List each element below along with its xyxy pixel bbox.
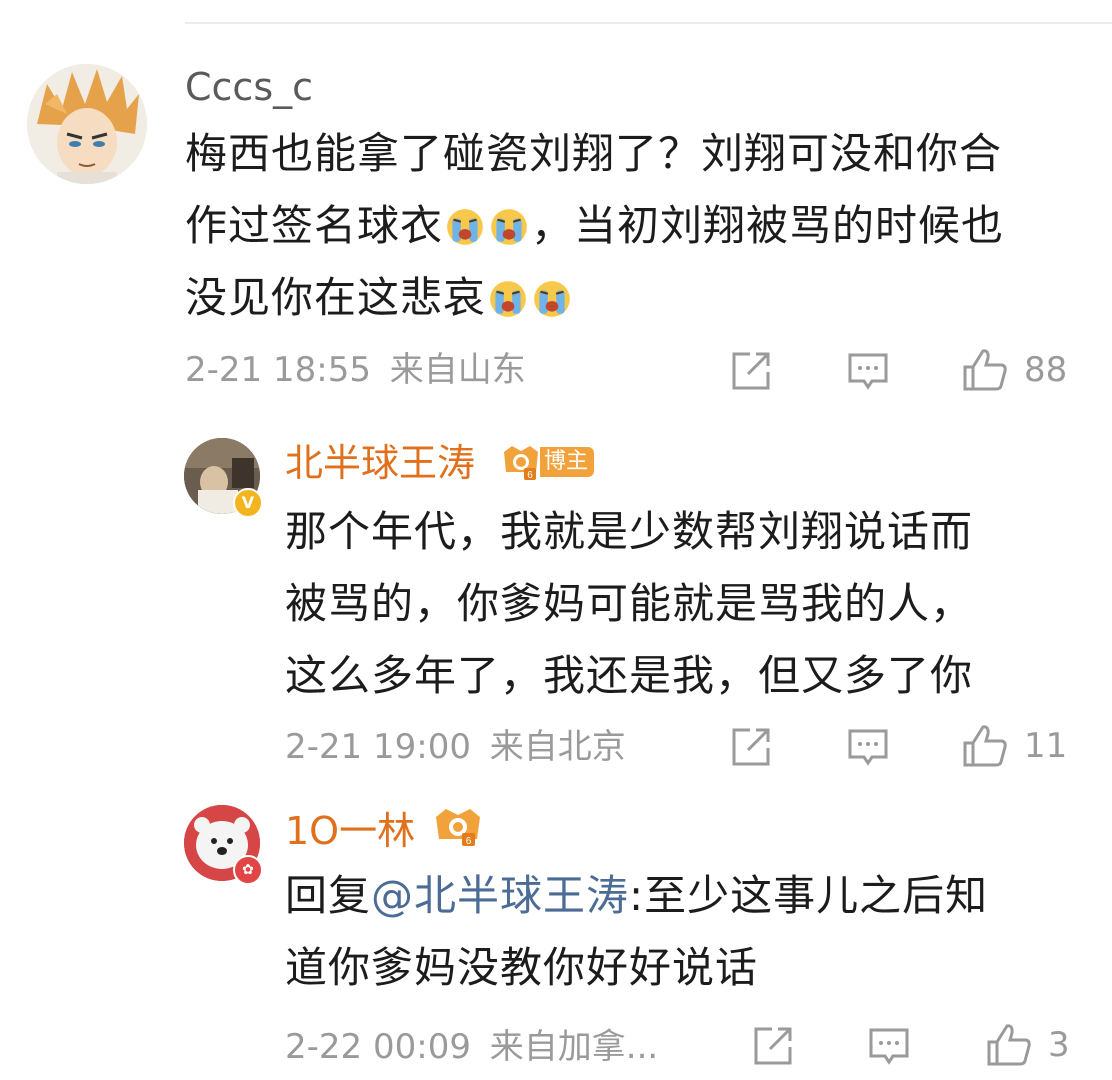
timestamp: 2-21 18:55 (185, 350, 371, 390)
like-button[interactable]: 11 (960, 721, 1067, 771)
top-divider (185, 22, 1112, 24)
svg-text:6: 6 (527, 470, 533, 481)
share-icon (754, 1027, 792, 1065)
content-line-1: 梅西也能拿了碰瓷刘翔了？刘翔可没和你合 (185, 129, 1003, 178)
like-count: 88 (1024, 350, 1068, 390)
share-button[interactable] (728, 724, 774, 770)
comment-icon (869, 1028, 909, 1065)
comment-text: 梅西也能拿了碰瓷刘翔了？刘翔可没和你合 作过签名球衣 ，当初刘翔被骂的时候也 没见… (185, 118, 1085, 334)
like-count: 3 (1048, 1025, 1070, 1065)
share-button[interactable] (728, 348, 774, 394)
content-line-2: 道你爹妈没教你好好说话 (285, 943, 759, 992)
goku-avatar-icon (27, 64, 147, 184)
share-button[interactable] (750, 1023, 796, 1069)
comment-meta: 2-21 19:00 来自北京 (285, 730, 626, 764)
comment-text: 那个年代，我就是少数帮刘翔说话而 被骂的，你爹妈可能就是骂我的人， 这么多年了，… (285, 496, 1085, 712)
comment-button[interactable] (866, 1023, 912, 1069)
location: 来自山东 (389, 350, 526, 390)
comment-meta: 2-22 00:09 来自加拿... (285, 1030, 658, 1064)
blogger-badge: 博主 (540, 447, 595, 477)
username[interactable]: Cccs_c (185, 68, 313, 106)
comment-button[interactable] (845, 348, 891, 394)
share-icon (732, 352, 770, 390)
thumbs-up-icon (963, 349, 1007, 391)
comment-icon (848, 729, 888, 766)
comment-text: 回复@北半球王涛:至少这事儿之后知 道你爹妈没教你好好说话 (285, 860, 1085, 1004)
content-line-2: 被骂的，你爹妈可能就是骂我的人， (285, 579, 974, 628)
level-badge-icon: 6 (430, 805, 486, 855)
verified-badge-icon: V (233, 488, 263, 518)
comment-button[interactable] (845, 724, 891, 770)
username[interactable]: 北半球王涛 (285, 444, 475, 482)
like-button[interactable]: 3 (984, 1020, 1070, 1070)
location: 来自加拿... (489, 1027, 659, 1067)
timestamp: 2-22 00:09 (285, 1027, 471, 1067)
crying-emoji-icon (447, 209, 483, 245)
location: 来自北京 (489, 727, 626, 767)
like-button[interactable]: 88 (960, 345, 1067, 395)
content-line-3: 没见你在这悲哀 (185, 262, 1085, 334)
content-line-3: 这么多年了，我还是我，但又多了你 (285, 651, 974, 700)
like-count: 11 (1024, 726, 1068, 766)
crying-emoji-icon (534, 281, 570, 317)
member-badge-icon: ✿ (233, 855, 263, 885)
level-badge-icon: 6 (498, 442, 544, 488)
username[interactable]: 1O一林 (285, 812, 415, 850)
thumbs-up-icon (963, 725, 1007, 767)
comment-icon (848, 353, 888, 390)
svg-text:6: 6 (466, 836, 472, 847)
user-avatar[interactable] (27, 64, 147, 184)
comment-meta: 2-21 18:55 来自山东 (185, 353, 526, 387)
content-line-2: 作过签名球衣 ，当初刘翔被骂的时候也 (185, 201, 1005, 250)
content-line-1: 回复@北半球王涛:至少这事儿之后知 (285, 871, 989, 920)
mention-link[interactable]: @北半球王涛 (371, 871, 629, 920)
timestamp: 2-21 19:00 (285, 727, 471, 767)
content-line-1: 那个年代，我就是少数帮刘翔说话而 (285, 507, 974, 556)
thumbs-up-icon (987, 1024, 1031, 1066)
crying-emoji-icon (490, 281, 526, 317)
crying-emoji-icon (491, 209, 527, 245)
share-icon (732, 728, 770, 766)
